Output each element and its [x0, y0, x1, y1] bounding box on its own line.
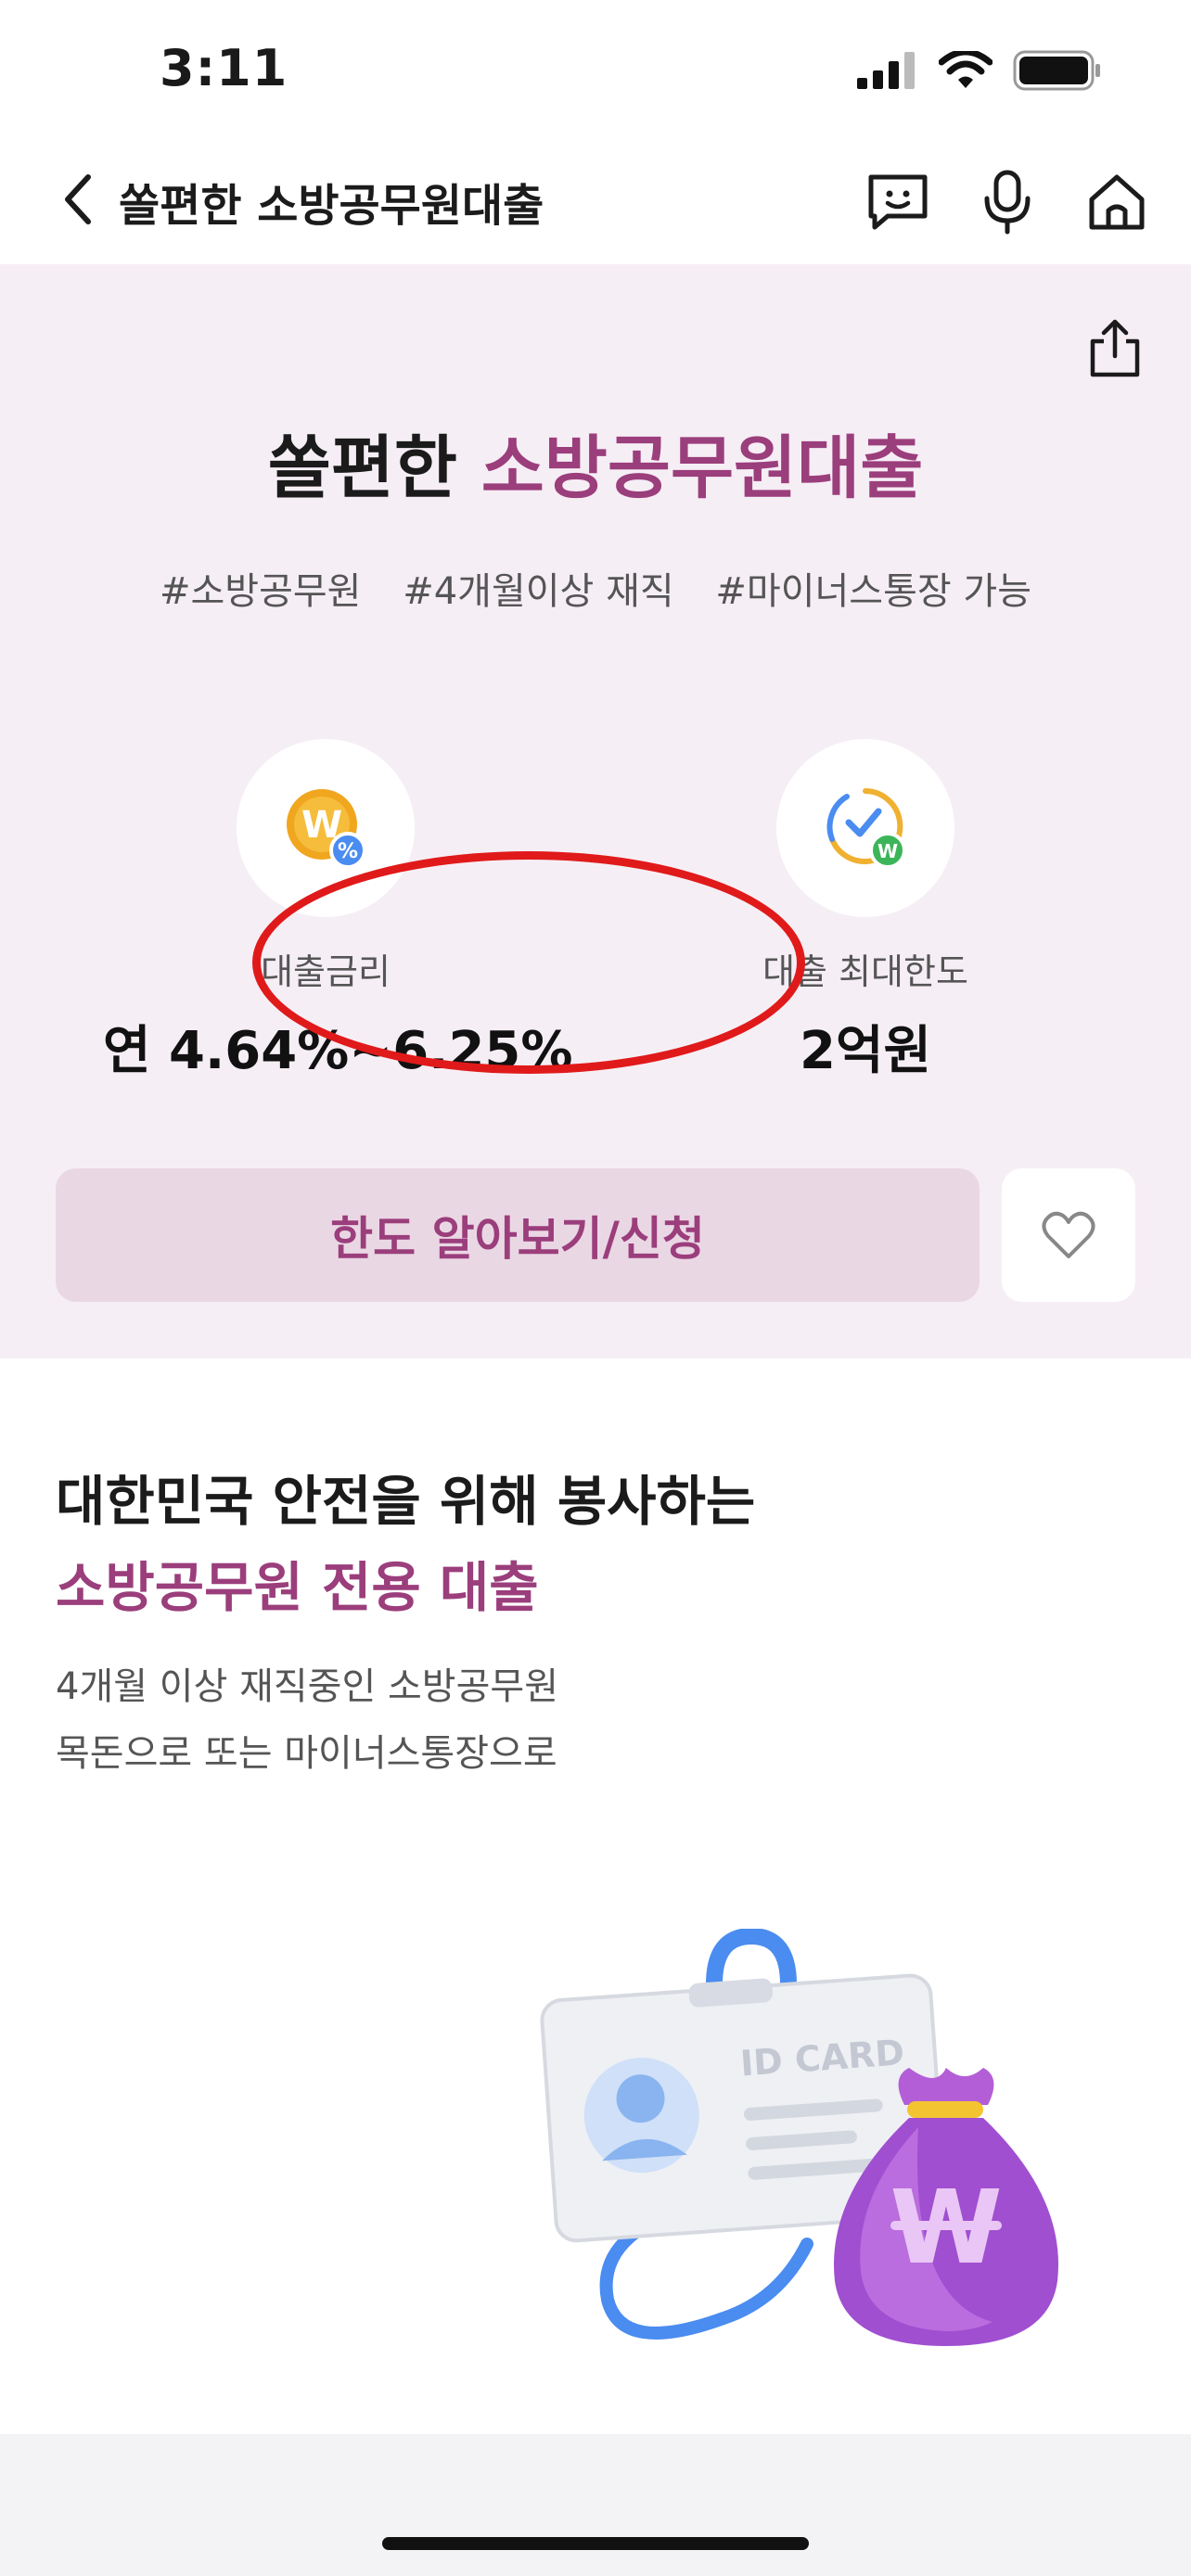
limit-value: 2억원 — [799, 1021, 931, 1081]
hero-section: 쏠편한 소방공무원대출 #소방공무원 #4개월이상 재직 #마이너스통장 가능 … — [0, 264, 1191, 1358]
section-subheadline: 소방공무원 전용 대출 — [56, 1556, 539, 1619]
home-icon — [1089, 174, 1145, 230]
limit-label: 대출 최대한도 — [762, 951, 968, 992]
chatbot-button[interactable] — [861, 165, 935, 239]
hashtag: #4개월이상 재직 — [403, 570, 674, 613]
nav-actions — [861, 165, 1154, 239]
hashtag: #마이너스통장 가능 — [715, 570, 1032, 613]
apply-button[interactable]: 한도 알아보기/신청 — [56, 1168, 980, 1302]
share-button[interactable] — [1078, 311, 1152, 385]
status-icons — [857, 48, 1102, 93]
product-title-accent: 소방공무원대출 — [480, 428, 924, 508]
rate-value: 연 4.64%~6.25% — [103, 1021, 573, 1081]
rate-icon-circle: W % — [237, 739, 415, 917]
id-card-money-illustration: ID CARD W — [538, 1927, 1095, 2392]
chatbot-icon — [868, 174, 928, 230]
section-description-line: 4개월 이상 재직중인 소방공무원 — [56, 1665, 558, 1708]
home-indicator[interactable] — [382, 2537, 809, 2550]
limit-icon-circle: W — [776, 739, 954, 917]
battery-icon — [1013, 50, 1100, 91]
page-title: 쏠편한 소방공무원대출 — [119, 180, 544, 232]
back-button[interactable] — [45, 167, 109, 232]
voice-button[interactable] — [970, 165, 1044, 239]
rate-stat: W % 대출금리 연 4.64%~6.25% — [103, 739, 573, 1084]
share-icon — [1090, 319, 1140, 377]
home-button[interactable] — [1080, 165, 1154, 239]
favorite-button[interactable] — [1002, 1168, 1135, 1302]
section-headline: 대한민국 안전을 위해 봉사하는 — [56, 1470, 756, 1533]
bottom-band — [0, 2434, 1191, 2576]
nav-bar: 쏠편한 소방공무원대출 — [0, 139, 1191, 264]
id-card-icon: ID CARD W — [540, 1927, 1058, 2346]
status-bar: 3:11 — [0, 0, 1191, 139]
svg-text:%: % — [338, 840, 358, 863]
section-description-line: 목돈으로 또는 마이너스통장으로 — [56, 1732, 557, 1775]
product-title-prefix: 쏠편한 — [267, 428, 481, 508]
signal-icon — [857, 52, 915, 89]
hashtag-list: #소방공무원 #4개월이상 재직 #마이너스통장 가능 — [0, 561, 1191, 615]
status-time: 3:11 — [160, 39, 288, 97]
back-icon — [65, 174, 91, 224]
coin-percent-icon: W % — [287, 789, 366, 869]
microphone-icon — [984, 170, 1031, 235]
svg-text:W: W — [877, 840, 898, 862]
wifi-icon — [939, 51, 992, 88]
limit-check-icon: W — [826, 788, 906, 869]
hashtag: #소방공무원 — [159, 570, 362, 613]
limit-stat: W 대출 최대한도 2억원 — [643, 739, 1088, 1084]
heart-icon — [1042, 1211, 1095, 1258]
product-title: 쏠편한 소방공무원대출 — [0, 413, 1191, 512]
rate-label: 대출금리 — [261, 951, 391, 992]
